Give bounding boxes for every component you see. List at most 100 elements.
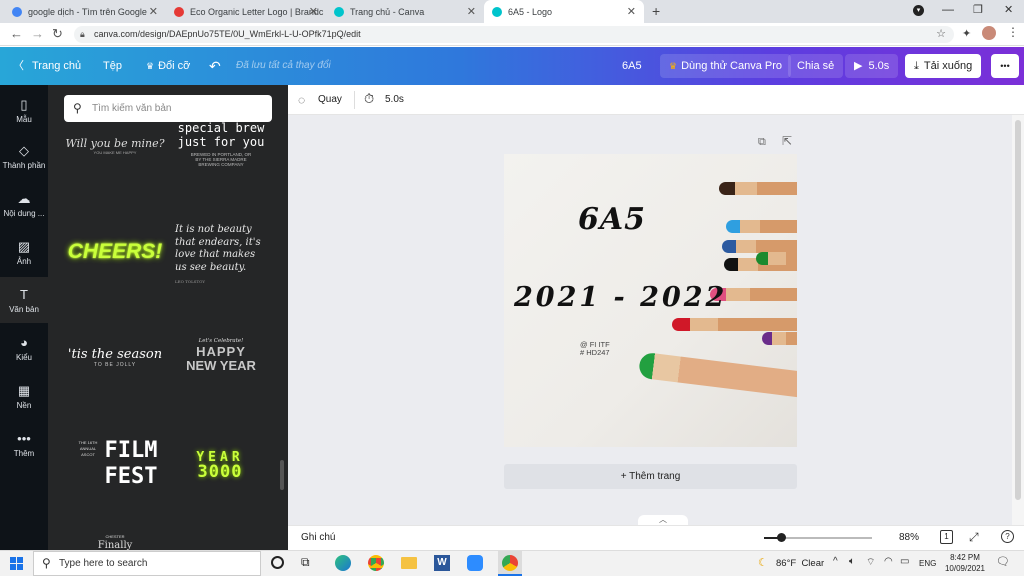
page-count-button[interactable]: 1 [940,530,953,544]
cortana-icon[interactable] [271,556,284,569]
resize-button[interactable]: ♛ Đổi cỡ [146,47,190,85]
play-button[interactable]: ▶ 5.0s [845,54,899,78]
document-title[interactable]: 6A5 [622,47,642,85]
file-explorer-icon[interactable] [401,557,417,569]
undo-icon[interactable]: ↶ [209,47,221,85]
download-button[interactable]: ⤓ Tải xuống [905,54,982,78]
clock[interactable]: 8:42 PM 10/09/2021 [944,552,986,574]
tray-chevron-icon[interactable]: ^ [833,556,838,567]
text-template-tis-the-season[interactable]: 'tis the season TO BE JOLLY [65,347,165,368]
notes-button[interactable]: Ghi chú [301,532,335,543]
rail-item-background[interactable]: ▦ Nền [0,383,48,410]
text-template-cheers[interactable]: CHEERS! [65,240,165,264]
flip-icon: ◌ [298,93,306,107]
template-text: It is not beauty [175,224,252,235]
extensions-puzzle-icon[interactable]: ✦ [962,27,971,40]
search-input[interactable]: ⚲ Tìm kiếm văn bản [64,95,272,122]
reload-icon[interactable]: ↻ [52,26,63,42]
taskbar-search-box[interactable]: ⚲ Type here to search [33,551,261,576]
clock-date: 10/09/2021 [944,564,986,573]
flip-button[interactable]: Quay [318,94,342,105]
word-icon[interactable]: W [434,555,450,571]
text-template-film-fest-small[interactable]: THE 16TH ANNUAL ASCOT [75,440,101,458]
canvas-credit-text[interactable]: @ FI ITF # HD247 [580,341,610,357]
browser-tab[interactable]: Eco Organic Letter Logo | Brandc ✕ [166,0,326,23]
close-window-icon[interactable]: ✕ [1004,3,1013,16]
text-template-film-fest[interactable]: FILM FEST [104,438,158,490]
close-tab-icon[interactable]: ✕ [467,5,476,18]
add-page-icon[interactable]: ⇱ [782,134,792,148]
minimize-icon[interactable]: — [942,2,954,16]
text-template-tolstoy-quote[interactable]: It is not beauty that endears, it's love… [175,224,267,289]
rail-item-text[interactable]: T Văn bản [0,277,48,323]
rail-item-styles[interactable]: ◕ Kiểu [0,335,48,362]
rail-item-more[interactable]: ••• Thêm [0,431,48,458]
file-menu[interactable]: Tệp [103,47,122,85]
close-tab-icon[interactable]: ✕ [309,5,318,18]
task-view-icon[interactable]: ⧉ [301,555,310,570]
fullscreen-icon[interactable]: ⤢ [969,530,979,545]
home-button[interactable]: 〈 Trang chủ [13,47,81,85]
battery-icon[interactable]: ▭ [900,556,909,567]
close-tab-icon[interactable]: ✕ [149,5,158,18]
rail-item-elements[interactable]: ◇ Thành phần [0,143,48,170]
more-options-button[interactable]: ••• [991,54,1019,78]
text-template-will-you-be-mine[interactable]: Will you be mine? YOU MAKE ME HAPPY [65,137,165,155]
crown-icon: ♛ [146,61,155,71]
panel-scrollbar[interactable] [280,460,284,490]
text-template-year-3000[interactable]: YEAR 3000 [180,450,260,481]
bookmark-star-icon[interactable]: ☆ [936,26,946,43]
notifications-icon[interactable]: 🗨︎ [996,555,1010,568]
tab-title: Eco Organic Letter Logo | Brandc [190,6,324,17]
language-indicator[interactable]: ENG [919,559,936,568]
canvas-year-text[interactable]: 2021 - 2022 [514,282,727,313]
rail-item-photos[interactable]: ▨ Ảnh [0,239,48,266]
canvas-title-text[interactable]: 6A5 [578,202,646,237]
new-tab-icon[interactable]: + [652,3,660,19]
forward-arrow-icon[interactable]: → [31,26,44,41]
rail-item-templates[interactable]: ▯ Mẫu [0,97,48,124]
template-subtext: YOU MAKE ME HAPPY [93,150,137,155]
zoom-level[interactable]: 88% [899,532,919,543]
text-template-special-brew[interactable]: special brew just for you BREWED IN PORT… [173,122,269,168]
timer-icon[interactable]: ⏱ [364,91,374,107]
url-field[interactable]: 🔒︎ canva.com/design/DAEpnUo75TE/0U_WmErk… [74,26,954,43]
design-page[interactable]: 6A5 2021 - 2022 @ FI ITF # HD247 [504,154,797,447]
edge-icon[interactable] [335,555,351,571]
close-tab-icon[interactable]: ✕ [627,5,636,18]
template-text: that endears, it's [175,236,261,248]
profile-avatar[interactable] [982,26,996,40]
weather-status[interactable]: 86°F Clear [776,558,824,569]
text-template-happy-new-year[interactable]: Let's Celebrate! HAPPY NEW YEAR [173,338,269,372]
tab-title: google dịch - Tìm trên Google [28,6,147,17]
wifi-icon[interactable]: ◠ [884,556,893,567]
duration-button[interactable]: 5.0s [385,94,404,105]
zoom-app-icon[interactable] [467,555,483,571]
expand-pages-icon[interactable]: ︿ [638,515,688,525]
share-button[interactable]: Chia sẻ [788,54,844,78]
tab-search-icon[interactable]: ▾ [913,5,924,16]
browser-menu-icon[interactable]: ⋮ [1007,25,1019,39]
chrome-icon[interactable] [368,555,384,571]
zoom-slider-thumb[interactable] [777,533,787,542]
rail-item-uploads[interactable]: ☁ Nội dung ... [0,191,48,218]
help-icon[interactable]: ? [1001,530,1014,543]
rail-label: Văn bản [9,305,39,314]
speaker-icon[interactable]: 🔈︎ [849,556,855,567]
workspace-scrollbar[interactable] [1012,115,1024,525]
browser-tab[interactable]: Trang chủ - Canva ✕ [326,0,484,23]
duplicate-page-icon[interactable]: ⧉ [758,136,766,149]
add-page-button[interactable]: + Thêm trang [504,464,797,489]
template-subtext: BREWING COMPANY [198,162,244,167]
network-icon[interactable]: ⌔ [866,556,875,569]
back-arrow-icon[interactable]: ← [10,26,23,41]
workspace-scroll-thumb[interactable] [1015,120,1021,500]
try-pro-button[interactable]: ♛ Dùng thử Canva Pro [660,54,791,78]
text-template-finally[interactable]: CHESTER Finally [80,532,150,550]
download-icon: ⤓ [914,60,919,72]
maximize-icon[interactable]: ❐ [973,3,983,16]
browser-tab[interactable]: google dịch - Tìm trên Google ✕ [4,0,166,23]
browser-tab-active[interactable]: 6A5 - Logo ✕ [484,0,644,23]
chrome-profile-taskbar-button[interactable] [498,551,522,576]
windows-start-icon[interactable] [10,557,23,570]
